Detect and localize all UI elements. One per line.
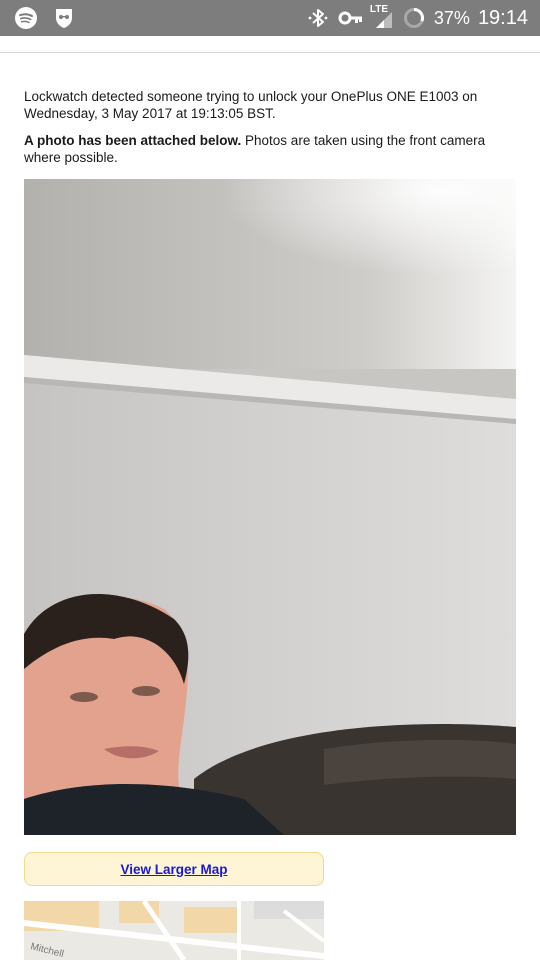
battery-ring-icon (402, 6, 426, 30)
status-bar-right: LTE 37% 19:14 (306, 0, 528, 36)
incognito-icon (52, 6, 76, 30)
map-preview[interactable]: Mitchell (24, 901, 324, 960)
spotify-icon (14, 6, 38, 30)
vpn-key-icon (338, 6, 362, 30)
battery-percent: 37% (433, 7, 470, 28)
signal-icon: LTE (369, 4, 394, 30)
photo-note: A photo has been attached below. Photos … (24, 132, 519, 166)
network-type-label: LTE (369, 4, 389, 15)
header-divider (0, 52, 540, 53)
status-bar: LTE 37% 19:14 (0, 0, 540, 36)
view-larger-map-link[interactable]: View Larger Map (120, 862, 227, 877)
email-body: Lockwatch detected someone trying to unl… (24, 88, 519, 176)
status-bar-left (14, 6, 76, 30)
bluetooth-icon (306, 6, 330, 30)
detection-message: Lockwatch detected someone trying to unl… (24, 89, 478, 121)
intruder-photo (24, 179, 516, 835)
view-larger-map-button[interactable]: View Larger Map (24, 852, 324, 886)
clock: 19:14 (477, 6, 528, 29)
photo-note-bold: A photo has been attached below. (24, 133, 242, 148)
